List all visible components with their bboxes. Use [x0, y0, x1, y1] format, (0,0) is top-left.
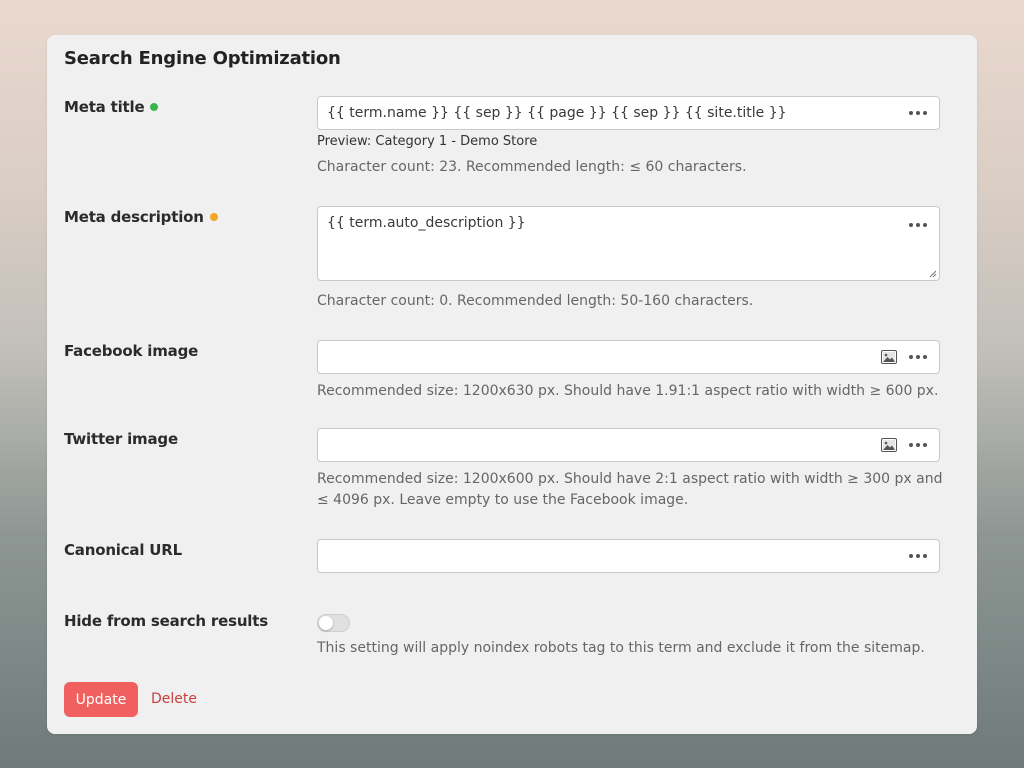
- more-options-icon[interactable]: [909, 223, 927, 227]
- resize-handle-icon[interactable]: [929, 270, 937, 278]
- more-options-icon[interactable]: [909, 111, 927, 115]
- status-dot-icon: [209, 213, 218, 221]
- status-dot-icon: [150, 103, 159, 111]
- meta-title-preview: Preview: Category 1 - Demo Store: [317, 134, 538, 149]
- delete-link[interactable]: Delete: [151, 691, 197, 707]
- more-options-icon[interactable]: [909, 554, 927, 558]
- meta-description-textarea[interactable]: {{ term.auto_description }}: [317, 206, 940, 281]
- meta-description-label: Meta description: [64, 208, 218, 226]
- update-button[interactable]: Update: [64, 682, 138, 717]
- meta-description-help: Character count: 0. Recommended length: …: [317, 293, 754, 309]
- meta-title-value: {{ term.name }} {{ sep }} {{ page }} {{ …: [327, 105, 787, 121]
- image-icon[interactable]: [881, 350, 897, 364]
- twitter-image-help: Recommended size: 1200x600 px. Should ha…: [317, 471, 943, 508]
- twitter-image-label: Twitter image: [64, 430, 178, 448]
- meta-title-help: Character count: 23. Recommended length:…: [317, 159, 747, 175]
- facebook-image-help: Recommended size: 1200x630 px. Should ha…: [317, 383, 939, 399]
- seo-panel: Search Engine Optimization Meta title {{…: [47, 35, 977, 734]
- toggle-knob: [319, 616, 333, 630]
- hide-from-search-help: This setting will apply noindex robots t…: [317, 640, 925, 656]
- image-icon[interactable]: [881, 438, 897, 452]
- canonical-url-label: Canonical URL: [64, 541, 183, 559]
- facebook-image-label: Facebook image: [64, 342, 199, 360]
- meta-title-label: Meta title: [64, 98, 159, 116]
- panel-title: Search Engine Optimization: [64, 48, 341, 69]
- more-options-icon[interactable]: [909, 443, 927, 447]
- more-options-icon[interactable]: [909, 355, 927, 359]
- canonical-url-input[interactable]: [317, 539, 940, 573]
- hide-from-search-toggle[interactable]: [317, 614, 350, 632]
- hide-from-search-label: Hide from search results: [64, 612, 268, 630]
- meta-title-input[interactable]: {{ term.name }} {{ sep }} {{ page }} {{ …: [317, 96, 940, 130]
- facebook-image-input[interactable]: [317, 340, 940, 374]
- twitter-image-input[interactable]: [317, 428, 940, 462]
- meta-description-value: {{ term.auto_description }}: [327, 215, 526, 231]
